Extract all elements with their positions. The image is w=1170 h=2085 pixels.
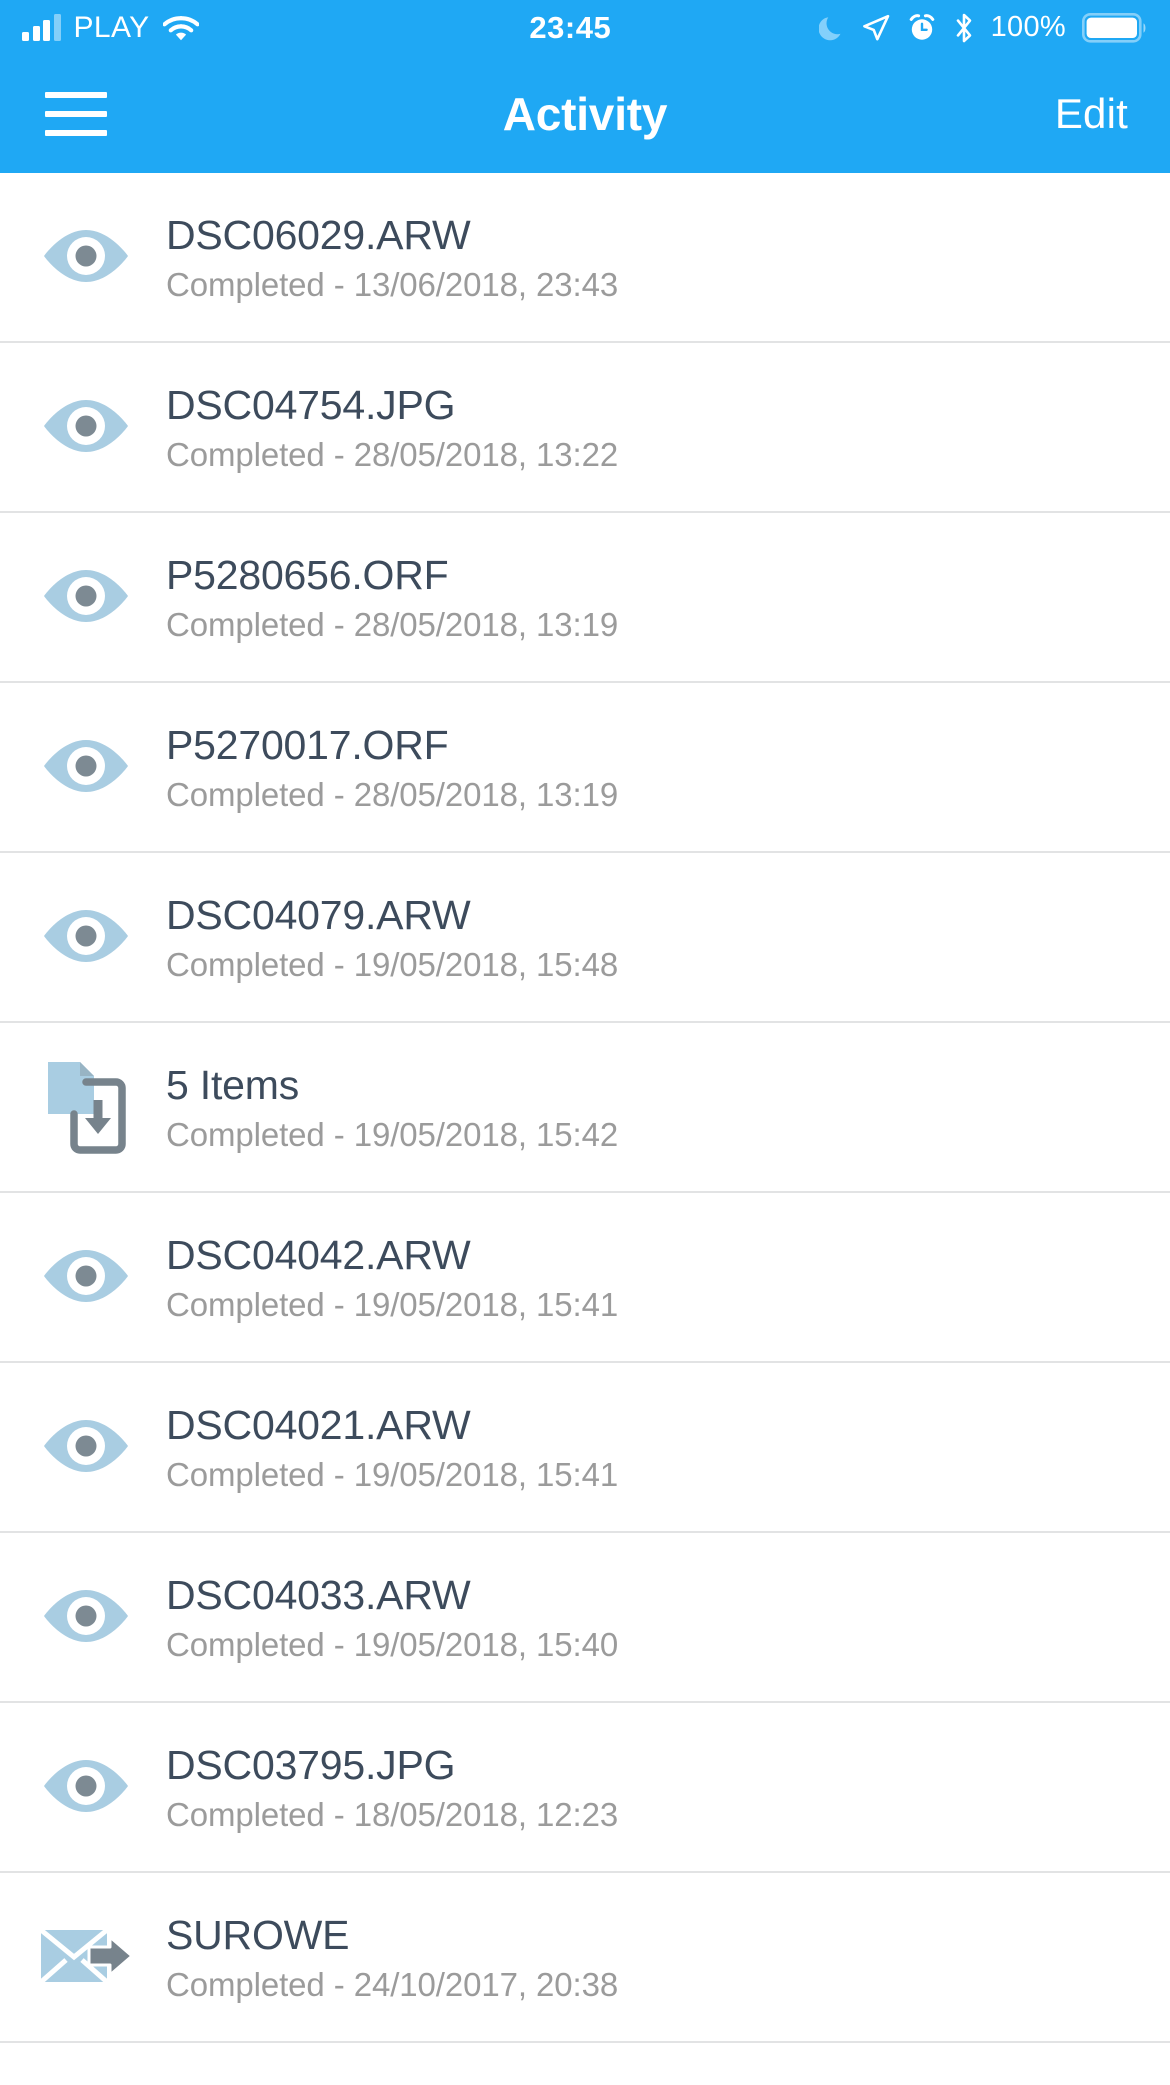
eye-icon [40,565,132,632]
status-bar-clock: 23:45 [529,9,612,45]
activity-row-status: Completed - 24/10/2017, 20:38 [166,1965,619,2003]
edit-button[interactable]: Edit [1055,90,1134,138]
navigation-bar: Activity Edit [0,55,1170,173]
battery-full-icon [1082,12,1148,43]
activity-row[interactable]: 5 Items Completed - 19/05/2018, 15:42 [0,1023,1170,1193]
activity-list: DSC06029.ARW Completed - 13/06/2018, 23:4… [0,173,1170,2043]
download-to-device-icon [44,1056,128,1161]
activity-row-icon [30,905,142,972]
eye-icon [40,735,132,802]
activity-row-text: P5270017.ORF Completed - 28/05/2018, 13:1… [142,721,619,813]
activity-row-status: Completed - 18/05/2018, 12:23 [166,1795,619,1833]
activity-row[interactable]: DSC04042.ARW Completed - 19/05/2018, 15:4… [0,1193,1170,1363]
activity-row-text: 5 Items Completed - 19/05/2018, 15:42 [142,1061,619,1153]
eye-icon [40,1585,132,1652]
eye-icon [40,225,132,292]
activity-row-title: DSC04033.ARW [166,1571,471,1618]
activity-row-icon [30,225,142,292]
activity-row-status: Completed - 28/05/2018, 13:19 [166,775,619,813]
activity-row-icon [30,1923,142,1994]
activity-row-text: SUROWE Completed - 24/10/2017, 20:38 [142,1911,619,2003]
status-bar-left: PLAY [22,11,322,45]
activity-row-icon [30,1415,142,1482]
activity-row[interactable]: SUROWE Completed - 24/10/2017, 20:38 [0,1873,1170,2043]
activity-row-text: DSC04754.JPG Completed - 28/05/2018, 13:2… [142,381,619,473]
status-bar-center: 23:45 [322,10,819,46]
bluetooth-icon [953,12,975,44]
send-envelope-icon [38,1923,134,1994]
activity-row-title: P5270017.ORF [166,721,449,768]
activity-row[interactable]: DSC04754.JPG Completed - 28/05/2018, 13:2… [0,343,1170,513]
activity-row-text: P5280656.ORF Completed - 28/05/2018, 13:1… [142,551,619,643]
activity-row-icon [30,1056,142,1161]
activity-row[interactable]: DSC04033.ARW Completed - 19/05/2018, 15:4… [0,1533,1170,1703]
moon-do-not-disturb-icon [818,14,845,42]
activity-row[interactable]: DSC03795.JPG Completed - 18/05/2018, 12:2… [0,1703,1170,1873]
activity-row[interactable]: P5270017.ORF Completed - 28/05/2018, 13:1… [0,683,1170,853]
activity-row-icon [30,565,142,632]
hamburger-menu-icon[interactable] [45,92,107,136]
activity-row-status: Completed - 19/05/2018, 15:48 [166,945,619,983]
activity-row[interactable]: DSC04021.ARW Completed - 19/05/2018, 15:4… [0,1363,1170,1533]
activity-row-icon [30,735,142,802]
activity-row-icon [30,395,142,462]
eye-icon [40,1245,132,1312]
activity-row-title: SUROWE [166,1911,350,1958]
activity-row-status: Completed - 28/05/2018, 13:19 [166,605,619,643]
status-bar-right: 100% [818,11,1148,44]
activity-row-text: DSC04021.ARW Completed - 19/05/2018, 15:4… [142,1401,619,1493]
list-bottom-spacer [0,2043,1170,2085]
activity-row-status: Completed - 28/05/2018, 13:22 [166,435,619,473]
battery-percent-label: 100% [990,11,1066,43]
activity-row-title: P5280656.ORF [166,551,449,598]
carrier-label: PLAY [73,10,150,44]
activity-row[interactable]: P5280656.ORF Completed - 28/05/2018, 13:1… [0,513,1170,683]
activity-row-status: Completed - 13/06/2018, 23:43 [166,265,619,303]
activity-row-status: Completed - 19/05/2018, 15:41 [166,1285,619,1323]
activity-row-icon [30,1245,142,1312]
eye-icon [40,1415,132,1482]
activity-row-text: DSC06029.ARW Completed - 13/06/2018, 23:4… [142,211,619,303]
activity-row-text: DSC04042.ARW Completed - 19/05/2018, 15:4… [142,1231,619,1323]
activity-row-text: DSC03795.JPG Completed - 18/05/2018, 12:2… [142,1741,619,1833]
activity-row-title: DSC04754.JPG [166,381,456,428]
activity-row-status: Completed - 19/05/2018, 15:42 [166,1115,619,1153]
activity-row-status: Completed - 19/05/2018, 15:41 [166,1455,619,1493]
activity-row-title: DSC06029.ARW [166,211,471,258]
activity-row-icon [30,1585,142,1652]
activity-row-title: DSC04079.ARW [166,891,471,938]
eye-icon [40,1755,132,1822]
activity-row-title: 5 Items [166,1061,300,1108]
signal-bars-icon [22,14,61,41]
activity-row-status: Completed - 19/05/2018, 15:40 [166,1625,619,1663]
activity-row-title: DSC03795.JPG [166,1741,456,1788]
alarm-clock-icon [907,13,937,43]
activity-row[interactable]: DSC04079.ARW Completed - 19/05/2018, 15:4… [0,853,1170,1023]
activity-row-title: DSC04042.ARW [166,1231,471,1278]
activity-row-title: DSC04021.ARW [166,1401,471,1448]
activity-row-icon [30,1755,142,1822]
location-arrow-icon [861,13,891,43]
activity-row[interactable]: DSC06029.ARW Completed - 13/06/2018, 23:4… [0,173,1170,343]
activity-row-text: DSC04033.ARW Completed - 19/05/2018, 15:4… [142,1571,619,1663]
eye-icon [40,905,132,972]
page-title: Activity [502,88,668,140]
eye-icon [40,395,132,462]
status-bar: PLAY 23:45 100% [0,0,1170,55]
wifi-icon [162,14,199,42]
activity-row-text: DSC04079.ARW Completed - 19/05/2018, 15:4… [142,891,619,983]
